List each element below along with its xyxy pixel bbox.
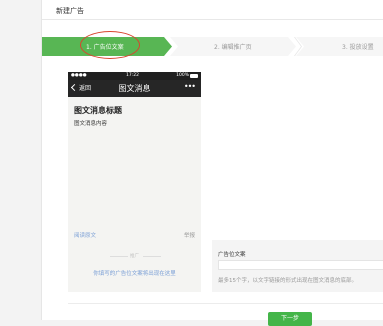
ad-divider-label: 推广 (130, 254, 139, 259)
phone-preview: ●●●● 17:22 100% 返回 图文消息 ••• 图文消息标题 图文消息内… (68, 72, 201, 292)
more-icon: ••• (183, 82, 196, 91)
ad-divider-right (143, 256, 161, 257)
report-link: 举报 (183, 233, 195, 239)
read-more-link: 阅读原文 (74, 233, 97, 239)
divider (68, 303, 383, 304)
ad-copy-label: 广告位文案 (218, 252, 246, 258)
page-title: 新建广告 (56, 7, 84, 15)
step-delivery-settings[interactable]: 3. 投放设置 (296, 37, 383, 56)
ad-copy-form: 广告位文案 最多15个字，以文字链接的形式出现在图文消息的底部。 (212, 240, 383, 292)
divider (42, 19, 383, 20)
next-button[interactable]: 下一步 (268, 312, 312, 326)
battery-level: 100% (176, 73, 189, 78)
ad-copy-hint: 最多15个字，以文字链接的形式出现在图文消息的底部。 (218, 278, 358, 284)
highlight-annotation (80, 31, 140, 59)
ad-copy-preview: 你填写的广告位文案将出现在这里 (93, 271, 176, 277)
signal-icon: ●●●● (71, 73, 87, 78)
battery-icon (190, 74, 198, 78)
main-panel: 新建广告 1. 广告位文案 2. 编辑推广页 3. 投放设置 ●●●● 17:2… (41, 0, 383, 326)
status-time: 17:22 (126, 73, 139, 78)
message-body: 图文消息内容 (74, 121, 108, 127)
message-title: 图文消息标题 (74, 106, 122, 115)
step-edit-landing-page[interactable]: 2. 编辑推广页 (170, 37, 296, 56)
step-label: 2. 编辑推广页 (214, 44, 252, 51)
phone-nav-bar: 返回 图文消息 ••• (68, 80, 201, 97)
ad-divider-left (110, 256, 128, 257)
phone-status-bar: ●●●● 17:22 100% (68, 72, 201, 80)
nav-title: 图文消息 (118, 84, 151, 93)
ad-copy-input[interactable] (218, 260, 383, 270)
step-label: 3. 投放设置 (342, 44, 374, 51)
